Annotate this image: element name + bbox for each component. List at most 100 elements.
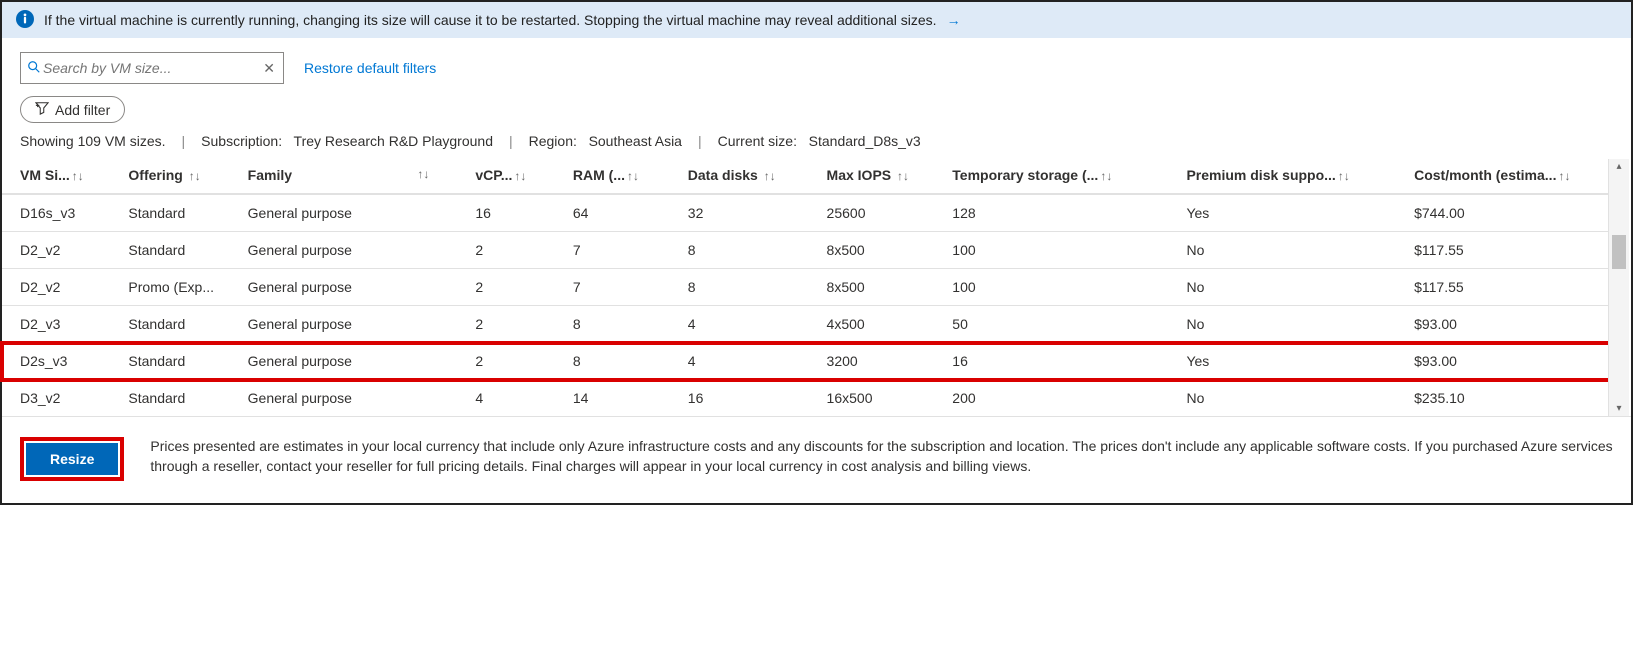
cell-cost: $93.00: [1396, 306, 1613, 343]
current-size-label: Current size:: [718, 133, 797, 149]
cell-disks: 8: [670, 232, 809, 269]
cell-family: General purpose: [230, 232, 458, 269]
resize-button-highlight: Resize: [20, 437, 124, 481]
col-max-iops[interactable]: Max IOPS ↑↓: [809, 159, 935, 194]
cell-ram: 8: [555, 306, 670, 343]
col-family[interactable]: Family↑↓: [230, 159, 458, 194]
cell-size: D16s_v3: [2, 194, 110, 232]
cell-size: D2s_v3: [2, 343, 110, 380]
add-filter-icon: [35, 101, 49, 118]
cell-offering: Standard: [110, 232, 229, 269]
cell-disks: 4: [670, 343, 809, 380]
info-learn-more-link[interactable]: →: [947, 12, 961, 28]
cell-premium: No: [1168, 269, 1396, 306]
search-input[interactable]: [41, 59, 261, 77]
cell-vcpu: 2: [457, 269, 555, 306]
sort-icon: ↑↓: [187, 169, 201, 183]
cell-vcpu: 2: [457, 343, 555, 380]
cell-temp: 100: [934, 232, 1168, 269]
info-text: If the virtual machine is currently runn…: [44, 12, 937, 28]
col-premium-disk[interactable]: Premium disk suppo...↑↓: [1168, 159, 1396, 194]
subscription-value: Trey Research R&D Playground: [294, 133, 493, 149]
table-row[interactable]: D3_v2StandardGeneral purpose4141616x5002…: [2, 380, 1613, 417]
sort-icon: ↑↓: [1336, 169, 1350, 183]
cell-temp: 16: [934, 343, 1168, 380]
col-cost[interactable]: Cost/month (estima...↑↓: [1396, 159, 1613, 194]
cell-ram: 64: [555, 194, 670, 232]
cell-offering: Standard: [110, 194, 229, 232]
cell-cost: $744.00: [1396, 194, 1613, 232]
clear-search-icon[interactable]: ✕: [261, 60, 277, 77]
table-body: D16s_v3StandardGeneral purpose1664322560…: [2, 194, 1613, 416]
cell-family: General purpose: [230, 343, 458, 380]
table-row[interactable]: D2_v2Promo (Exp...General purpose2788x50…: [2, 269, 1613, 306]
cell-size: D2_v2: [2, 269, 110, 306]
vertical-scrollbar[interactable]: ▴ ▾: [1608, 159, 1629, 416]
cell-size: D2_v2: [2, 232, 110, 269]
cell-size: D2_v3: [2, 306, 110, 343]
resize-button[interactable]: Resize: [26, 443, 118, 475]
sort-icon: ↑↓: [70, 169, 84, 183]
showing-count: Showing 109 VM sizes.: [20, 133, 166, 149]
pricing-disclaimer: Prices presented are estimates in your l…: [150, 437, 1613, 476]
cell-premium: No: [1168, 232, 1396, 269]
table-header-row: VM Si...↑↓ Offering ↑↓ Family↑↓ vCP...↑↓…: [2, 159, 1613, 194]
col-vm-size[interactable]: VM Si...↑↓: [2, 159, 110, 194]
sort-icon: ↑↓: [415, 167, 449, 181]
cell-offering: Promo (Exp...: [110, 269, 229, 306]
sort-icon: ↑↓: [762, 169, 776, 183]
scroll-down-icon[interactable]: ▾: [1616, 401, 1621, 416]
search-icon: [27, 60, 41, 77]
region-value: Southeast Asia: [589, 133, 682, 149]
cell-disks: 8: [670, 269, 809, 306]
cell-premium: No: [1168, 380, 1396, 417]
table-row[interactable]: D2_v2StandardGeneral purpose2788x500100N…: [2, 232, 1613, 269]
restore-default-filters-link[interactable]: Restore default filters: [304, 60, 436, 76]
cell-family: General purpose: [230, 194, 458, 232]
table-row[interactable]: D2_v3StandardGeneral purpose2844x50050No…: [2, 306, 1613, 343]
table-row[interactable]: D16s_v3StandardGeneral purpose1664322560…: [2, 194, 1613, 232]
cell-iops: 25600: [809, 194, 935, 232]
cell-vcpu: 16: [457, 194, 555, 232]
vm-size-table-wrap: VM Si...↑↓ Offering ↑↓ Family↑↓ vCP...↑↓…: [2, 159, 1629, 416]
cell-offering: Standard: [110, 343, 229, 380]
cell-iops: 8x500: [809, 269, 935, 306]
col-offering[interactable]: Offering ↑↓: [110, 159, 229, 194]
cell-disks: 4: [670, 306, 809, 343]
summary-line: Showing 109 VM sizes. | Subscription: Tr…: [2, 133, 1631, 159]
toolbar-row2: Add filter: [2, 92, 1631, 133]
cell-cost: $235.10: [1396, 380, 1613, 417]
cell-cost: $117.55: [1396, 232, 1613, 269]
cell-temp: 128: [934, 194, 1168, 232]
cell-temp: 100: [934, 269, 1168, 306]
cell-premium: Yes: [1168, 343, 1396, 380]
cell-offering: Standard: [110, 306, 229, 343]
col-data-disks[interactable]: Data disks ↑↓: [670, 159, 809, 194]
cell-vcpu: 2: [457, 306, 555, 343]
cell-iops: 3200: [809, 343, 935, 380]
cell-cost: $117.55: [1396, 269, 1613, 306]
cell-premium: No: [1168, 306, 1396, 343]
vm-size-table: VM Si...↑↓ Offering ↑↓ Family↑↓ vCP...↑↓…: [2, 159, 1613, 416]
cell-disks: 32: [670, 194, 809, 232]
cell-family: General purpose: [230, 269, 458, 306]
cell-size: D3_v2: [2, 380, 110, 417]
vm-size-panel: If the virtual machine is currently runn…: [0, 0, 1633, 505]
info-icon: [16, 10, 34, 31]
col-temp-storage[interactable]: Temporary storage (...↑↓: [934, 159, 1168, 194]
sort-icon: ↑↓: [512, 169, 526, 183]
search-input-wrap[interactable]: ✕: [20, 52, 284, 84]
footer: Resize Prices presented are estimates in…: [2, 416, 1631, 503]
col-vcpu[interactable]: vCP...↑↓: [457, 159, 555, 194]
table-row[interactable]: D2s_v3StandardGeneral purpose284320016Ye…: [2, 343, 1613, 380]
col-ram[interactable]: RAM (...↑↓: [555, 159, 670, 194]
scroll-thumb[interactable]: [1612, 235, 1626, 269]
cell-ram: 7: [555, 269, 670, 306]
subscription-label: Subscription:: [201, 133, 282, 149]
add-filter-button[interactable]: Add filter: [20, 96, 125, 123]
cell-cost: $93.00: [1396, 343, 1613, 380]
cell-family: General purpose: [230, 306, 458, 343]
scroll-up-icon[interactable]: ▴: [1616, 159, 1621, 174]
cell-premium: Yes: [1168, 194, 1396, 232]
cell-family: General purpose: [230, 380, 458, 417]
